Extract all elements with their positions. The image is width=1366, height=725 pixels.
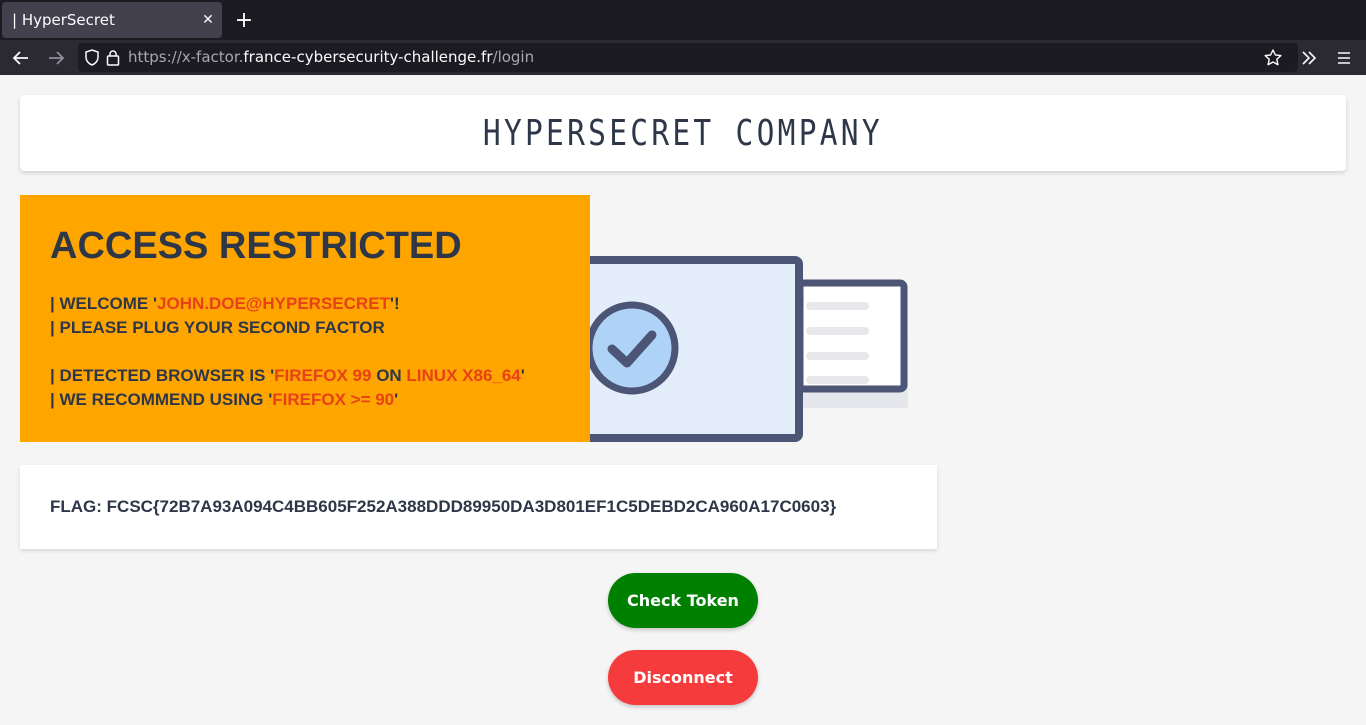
flag-card: FLAG: FCSC{72B7A93A094C4BB605F252A388DDD… bbox=[20, 465, 937, 549]
company-name: HYPERSECRET COMPANY bbox=[482, 112, 884, 154]
alert-title: ACCESS RESTRICTED bbox=[50, 225, 462, 267]
user-email: JOHN.DOE@HYPERSECRET bbox=[157, 294, 390, 313]
tab-title: | HyperSecret bbox=[12, 11, 115, 29]
shield-icon[interactable] bbox=[84, 49, 100, 70]
browser-name: FIREFOX 99 bbox=[274, 366, 372, 385]
access-restricted-alert: ACCESS RESTRICTED | WELCOME 'JOHN.DOE@HY… bbox=[20, 195, 590, 442]
welcome-line: | WELCOME 'JOHN.DOE@HYPERSECRET'! bbox=[50, 294, 400, 313]
back-arrow-icon[interactable] bbox=[6, 43, 36, 73]
recommend-line: | WE RECOMMEND USING 'FIREFOX >= 90' bbox=[50, 390, 399, 409]
url-path: /login bbox=[492, 48, 535, 66]
disconnect-button[interactable]: Disconnect bbox=[608, 650, 758, 705]
lock-icon[interactable] bbox=[106, 49, 120, 70]
url-bar[interactable]: https://x-factor.france-cybersecurity-ch… bbox=[78, 43, 1298, 72]
url-prefix: https://x-factor. bbox=[128, 48, 244, 66]
page-content: HYPERSECRET COMPANY ACCESS RESTRICTED | … bbox=[0, 75, 1366, 725]
new-tab-icon[interactable]: + bbox=[230, 6, 258, 34]
browser-navbar: https://x-factor.france-cybersecurity-ch… bbox=[0, 40, 1366, 75]
detected-browser-line: | DETECTED BROWSER IS 'FIREFOX 99 ON LIN… bbox=[50, 366, 525, 385]
flag-text: FLAG: FCSC{72B7A93A094C4BB605F252A388DDD… bbox=[50, 497, 837, 516]
plug-instruction: | PLEASE PLUG YOUR SECOND FACTOR bbox=[50, 318, 385, 337]
url-domain: france-cybersecurity-challenge.fr bbox=[243, 48, 493, 66]
forward-arrow-icon[interactable] bbox=[41, 43, 71, 73]
url-text[interactable]: https://x-factor.france-cybersecurity-ch… bbox=[128, 48, 534, 66]
close-tab-icon[interactable]: ✕ bbox=[194, 6, 222, 34]
browser-tabbar: | HyperSecret ✕ + bbox=[0, 0, 1366, 40]
overflow-chevron-icon[interactable] bbox=[1294, 43, 1324, 73]
header-card: HYPERSECRET COMPANY bbox=[20, 95, 1346, 171]
recommended-browser: FIREFOX >= 90 bbox=[272, 390, 395, 409]
browser-tab[interactable]: | HyperSecret ✕ bbox=[2, 2, 222, 38]
hamburger-menu-icon[interactable] bbox=[1329, 43, 1359, 73]
check-token-button[interactable]: Check Token bbox=[608, 573, 758, 628]
browser-os: LINUX X86_64 bbox=[406, 366, 521, 385]
bookmark-star-icon[interactable] bbox=[1264, 49, 1282, 70]
